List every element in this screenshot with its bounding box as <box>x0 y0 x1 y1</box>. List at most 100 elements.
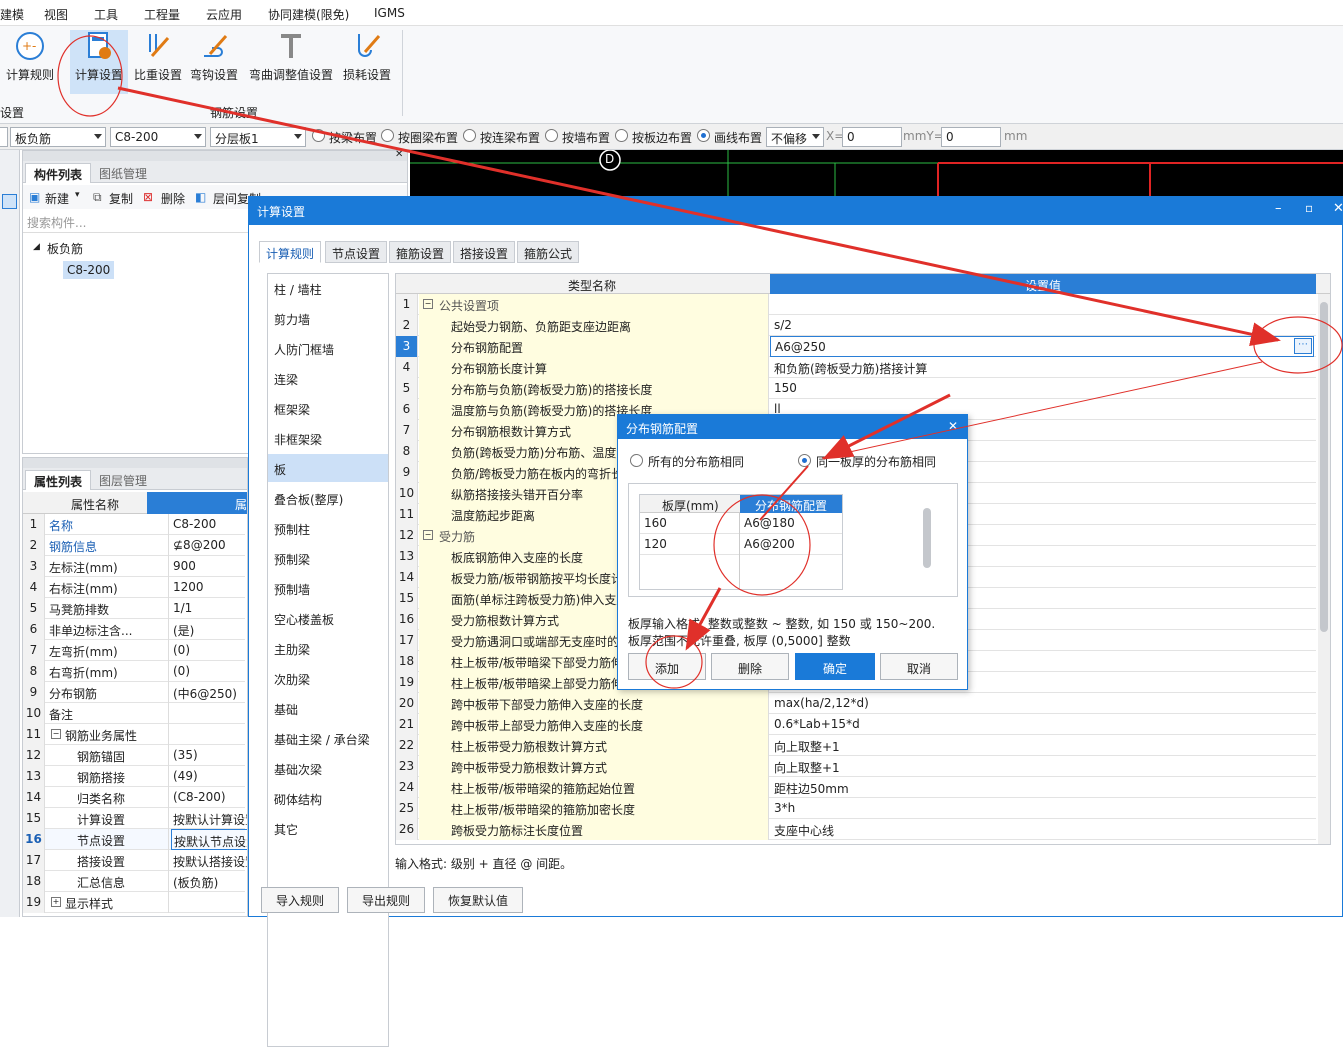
row-config[interactable]: A6@200 <box>744 537 795 551</box>
category-item[interactable]: 预制梁 <box>268 544 388 572</box>
category-item[interactable]: 空心楼盖板 <box>268 604 388 632</box>
new-button[interactable]: 新建 <box>45 190 69 207</box>
table-row[interactable]: 4 分布钢筋长度计算 和负筋(跨板受力筋)搭接计算 <box>396 357 1316 378</box>
maximize-icon[interactable]: ▫ <box>1305 201 1313 215</box>
menu-item-collab[interactable]: 协同建模(限免) <box>268 6 349 23</box>
row-thickness[interactable]: 120 <box>644 537 667 551</box>
row-thickness[interactable]: 160 <box>644 516 667 530</box>
category-item[interactable]: 柱 / 墙柱 <box>268 274 388 302</box>
component-type-select[interactable]: 板负筋 <box>10 127 106 147</box>
property-row[interactable]: 5 马凳筋排数 1/1 <box>23 598 245 619</box>
loss-settings-button[interactable]: 损耗设置 <box>340 30 394 94</box>
property-row[interactable]: 7 左弯折(mm) (0) <box>23 640 245 661</box>
collapse-icon[interactable]: − <box>423 530 433 540</box>
table-row[interactable]: 23 跨中板带受力筋根数计算方式 向上取整+1 <box>396 756 1316 777</box>
close-icon[interactable]: ✕ <box>1333 201 1343 216</box>
ok-button[interactable]: 确定 <box>795 653 875 680</box>
delete-button[interactable]: 删除 <box>161 190 185 207</box>
copy-button[interactable]: 复制 <box>109 190 133 207</box>
collapse-icon[interactable]: − <box>423 299 433 309</box>
setting-value[interactable]: 和负筋(跨板受力筋)搭接计算 <box>770 357 1316 378</box>
radio-ring-beam[interactable] <box>381 129 394 142</box>
property-value[interactable]: 按默认节点设置计 <box>171 829 247 850</box>
category-item[interactable]: 叠合板(整厚) <box>268 484 388 512</box>
setting-value[interactable]: 距柱边50mm <box>770 777 1316 798</box>
import-rules-button[interactable]: 导入规则 <box>261 887 340 913</box>
property-row[interactable]: 6 非单边标注含... (是) <box>23 619 245 640</box>
property-value[interactable]: (中6@250) <box>171 682 247 703</box>
property-value[interactable]: ⊈8@200 <box>171 535 247 556</box>
property-row[interactable]: 3 左标注(mm) 900 <box>23 556 245 577</box>
table-row[interactable]: 5 分布筋与负筋(跨板受力筋)的搭接长度 150 <box>396 378 1316 399</box>
property-value[interactable]: 按默认搭接设置计 <box>171 850 247 871</box>
minimize-icon[interactable]: – <box>1275 201 1282 216</box>
weight-settings-button[interactable]: 比重设置 <box>132 30 184 94</box>
property-row[interactable]: 11 钢筋业务属性 − <box>23 724 245 745</box>
property-value[interactable] <box>171 892 247 913</box>
setting-value[interactable]: A6@250 <box>770 336 1314 357</box>
x-input[interactable]: 0 <box>842 127 902 147</box>
radio-all-same[interactable] <box>630 454 643 467</box>
property-value[interactable]: (0) <box>171 640 247 661</box>
property-row[interactable]: 2 钢筋信息 ⊈8@200 <box>23 535 245 556</box>
tab-stirrup-settings[interactable]: 箍筋设置 <box>389 241 452 263</box>
property-value[interactable]: (是) <box>171 619 247 640</box>
radio-draw-line[interactable] <box>697 129 710 142</box>
property-row[interactable]: 9 分布钢筋 (中6@250) <box>23 682 245 703</box>
property-value[interactable]: 900 <box>171 556 247 577</box>
tab-component-list[interactable]: 构件列表 <box>25 163 92 183</box>
close-icon[interactable]: ✕ <box>948 419 958 433</box>
table-row[interactable]: 25 柱上板带/板带暗梁的箍筋加密长度 3*h <box>396 798 1316 819</box>
category-item[interactable]: 剪力墙 <box>268 304 388 332</box>
setting-value[interactable]: s/2 <box>770 315 1316 336</box>
component-search-input[interactable]: 搜索构件... <box>23 211 249 233</box>
calc-rule-button[interactable]: +- 计算规则 <box>2 30 58 94</box>
menu-item-quantity[interactable]: 工程量 <box>144 6 180 23</box>
scroll-thumb[interactable] <box>1320 302 1328 632</box>
setting-value[interactable]: 150 <box>770 378 1316 399</box>
calc-settings-button[interactable]: 计算设置 <box>70 30 128 94</box>
property-row[interactable]: 1 名称 C8-200 <box>23 514 245 535</box>
category-item[interactable]: 预制柱 <box>268 514 388 542</box>
collapse-icon[interactable]: − <box>51 729 61 739</box>
table-row[interactable]: 24 柱上板带/板带暗梁的箍筋起始位置 距柱边50mm <box>396 777 1316 798</box>
property-row[interactable]: 8 右弯折(mm) (0) <box>23 661 245 682</box>
menu-item-cloud[interactable]: 云应用 <box>206 6 242 23</box>
property-row[interactable]: 13 钢筋搭接 (49) <box>23 766 245 787</box>
bend-adjust-button[interactable]: 弯曲调整值设置 <box>246 30 336 94</box>
setting-value[interactable]: 0.6*Lab+15*d <box>770 714 1316 735</box>
property-value[interactable]: (C8-200) <box>171 787 247 808</box>
table-row[interactable]: 21 跨中板带上部受力筋伸入支座的长度 0.6*Lab+15*d <box>396 714 1316 735</box>
setting-value[interactable] <box>770 294 1316 315</box>
menu-item-view[interactable]: 视图 <box>44 6 68 23</box>
cancel-button[interactable]: 取消 <box>880 653 958 680</box>
restore-defaults-button[interactable]: 恢复默认值 <box>433 887 524 913</box>
category-item[interactable]: 板 <box>268 454 388 482</box>
category-item[interactable]: 砌体结构 <box>268 784 388 812</box>
tree-collapse-icon[interactable]: ◢ <box>33 242 40 252</box>
property-row[interactable]: 10 备注 <box>23 703 245 724</box>
export-rules-button[interactable]: 导出规则 <box>347 887 426 913</box>
property-row[interactable]: 14 归类名称 (C8-200) <box>23 787 245 808</box>
chevron-down-icon[interactable]: ▾ <box>75 190 80 200</box>
setting-value[interactable]: 3*h <box>770 798 1316 819</box>
property-value[interactable]: 1200 <box>171 577 247 598</box>
tab-node-settings[interactable]: 节点设置 <box>325 241 388 263</box>
property-value[interactable] <box>171 703 247 724</box>
layer-select[interactable]: 分层板1 <box>210 127 306 147</box>
property-value[interactable]: 1/1 <box>171 598 247 619</box>
drawing-canvas[interactable]: D <box>410 149 1343 198</box>
table-row[interactable]: 22 柱上板带受力筋根数计算方式 向上取整+1 <box>396 735 1316 756</box>
table-row[interactable]: 160 A6@180 <box>640 513 842 534</box>
table-scroll-thumb[interactable] <box>923 508 931 568</box>
category-item[interactable]: 预制墙 <box>268 574 388 602</box>
radio-link-beam[interactable] <box>463 129 476 142</box>
radio-beam[interactable] <box>312 129 325 142</box>
category-item[interactable]: 基础主梁 / 承台梁 <box>268 724 388 752</box>
category-item[interactable]: 次肋梁 <box>268 664 388 692</box>
panel-toggle-icon[interactable] <box>2 194 17 209</box>
category-item[interactable]: 人防门框墙 <box>268 334 388 362</box>
tab-stirrup-formula[interactable]: 箍筋公式 <box>517 241 580 263</box>
menu-item-tools[interactable]: 工具 <box>94 6 118 23</box>
category-item[interactable]: 非框架梁 <box>268 424 388 452</box>
